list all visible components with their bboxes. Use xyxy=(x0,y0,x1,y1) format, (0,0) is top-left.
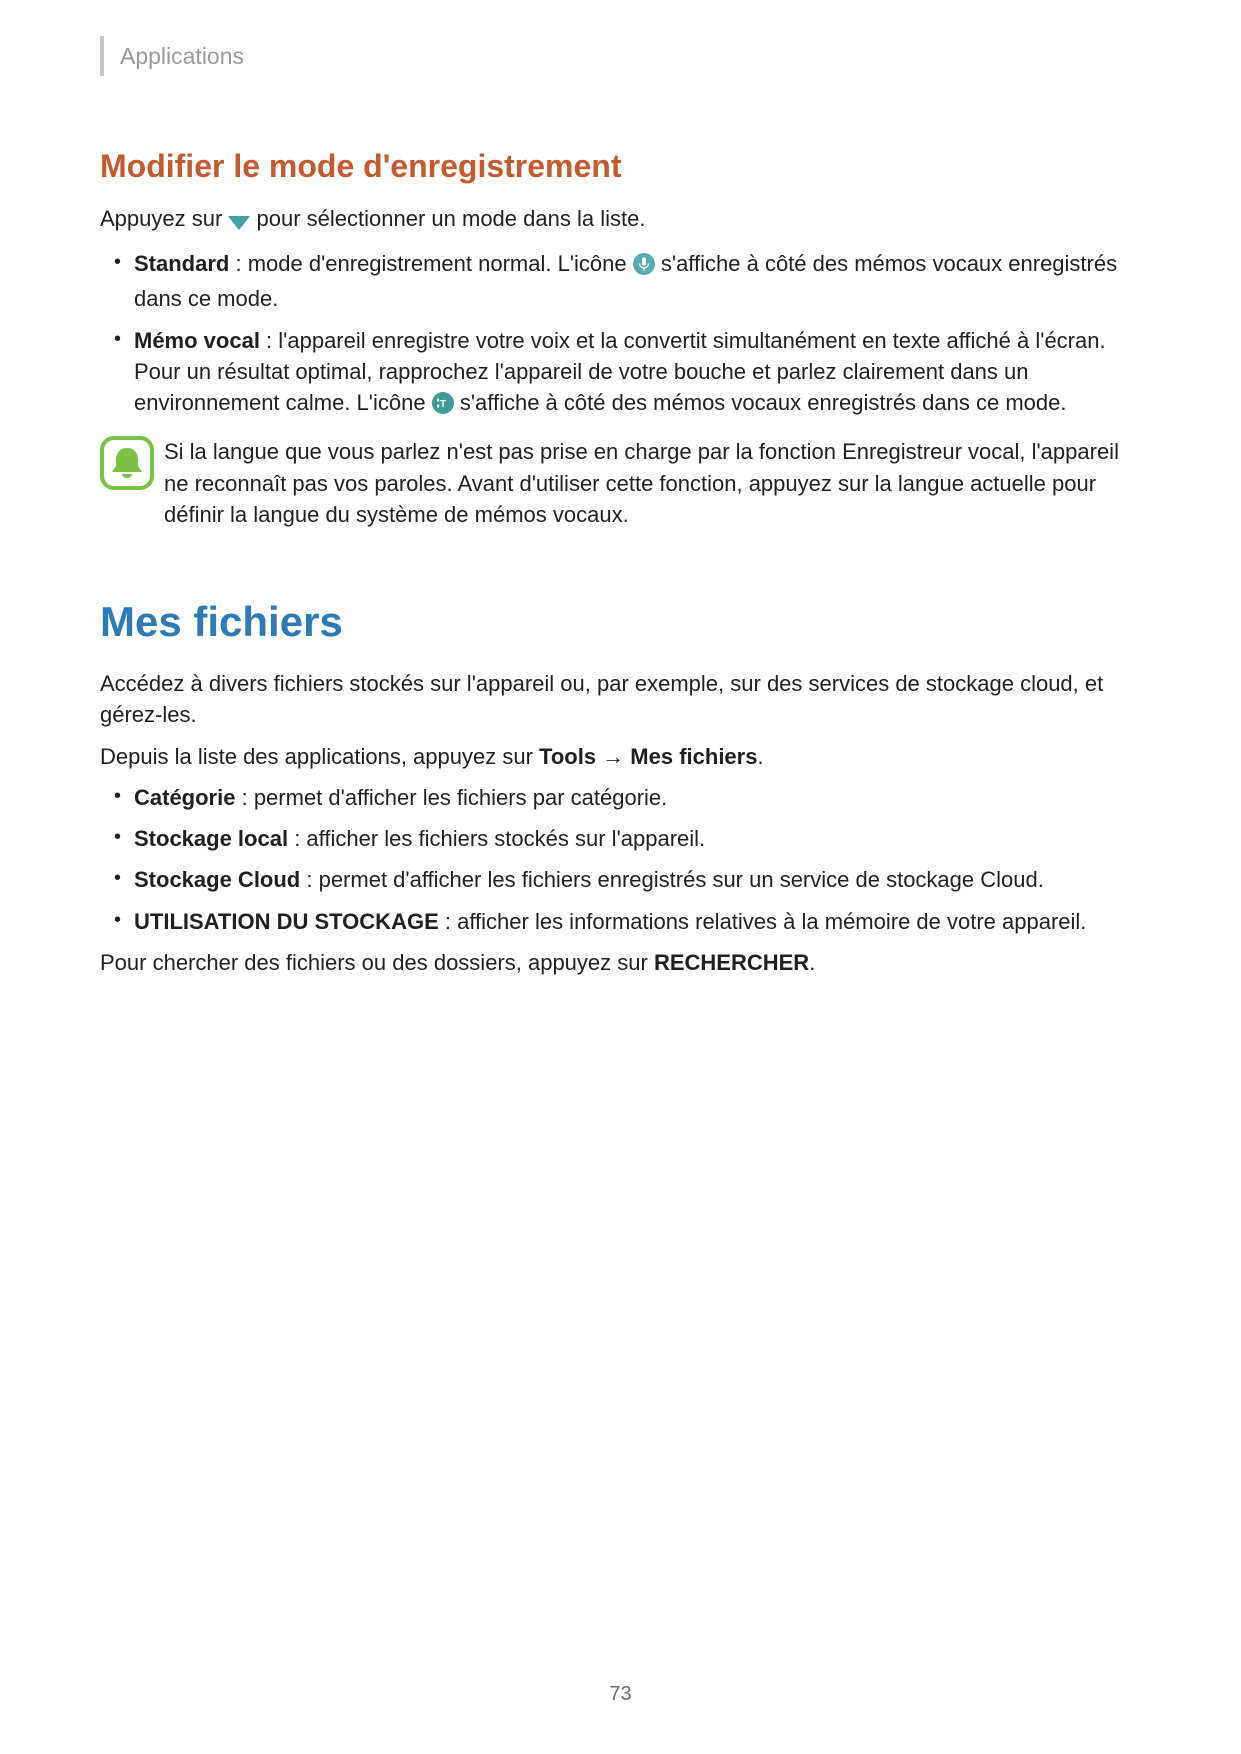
breadcrumb: Applications xyxy=(120,43,244,70)
item-label: Stockage local xyxy=(134,826,288,851)
header-accent-bar xyxy=(100,36,104,76)
item-label: Standard xyxy=(134,251,229,276)
list-item: Mémo vocal : l'appareil enregistre votre… xyxy=(134,325,1141,423)
microphone-record-icon xyxy=(633,252,655,283)
list-item: Stockage local : afficher les fichiers s… xyxy=(134,823,1141,854)
section2-search: Pour chercher des fichiers ou des dossie… xyxy=(100,947,1141,978)
item-text: : permet d'afficher les fichiers enregis… xyxy=(300,867,1044,892)
item-text-before: : mode d'enregistrement normal. L'icône xyxy=(229,251,632,276)
intro-text-after: pour sélectionner un mode dans la liste. xyxy=(257,206,646,231)
recording-mode-list: Standard : mode d'enregistrement normal.… xyxy=(100,248,1141,422)
voice-to-text-icon: T xyxy=(432,391,454,422)
section-heading-recording-mode: Modifier le mode d'enregistrement xyxy=(100,148,1141,185)
section2-instruction: Depuis la liste des applications, appuye… xyxy=(100,741,1141,772)
instr-arrow: → xyxy=(596,744,630,769)
note-block: Si la langue que vous parlez n'est pas p… xyxy=(100,436,1141,530)
instr-tools: Tools xyxy=(539,744,596,769)
note-text: Si la langue que vous parlez n'est pas p… xyxy=(164,436,1141,530)
item-text-after: s'affiche à côté des mémos vocaux enregi… xyxy=(454,390,1067,415)
item-label: Mémo vocal xyxy=(134,328,260,353)
item-label: Catégorie xyxy=(134,785,235,810)
section2-intro: Accédez à divers fichiers stockés sur l'… xyxy=(100,668,1141,730)
svg-text:T: T xyxy=(440,399,446,410)
intro-text-before: Appuyez sur xyxy=(100,206,228,231)
instr-target: Mes fichiers xyxy=(630,744,757,769)
search-after: . xyxy=(809,950,815,975)
search-label: RECHERCHER xyxy=(654,950,809,975)
list-item: Stockage Cloud : permet d'afficher les f… xyxy=(134,864,1141,895)
instr-after: . xyxy=(757,744,763,769)
item-text: : afficher les informations relatives à … xyxy=(439,909,1087,934)
item-text: : afficher les fichiers stockés sur l'ap… xyxy=(288,826,705,851)
instr-before: Depuis la liste des applications, appuye… xyxy=(100,744,539,769)
search-before: Pour chercher des fichiers ou des dossie… xyxy=(100,950,654,975)
dropdown-chevron-icon xyxy=(228,207,250,238)
page-heading-my-files: Mes fichiers xyxy=(100,598,1141,646)
item-label: UTILISATION DU STOCKAGE xyxy=(134,909,439,934)
item-label: Stockage Cloud xyxy=(134,867,300,892)
note-bell-icon xyxy=(100,436,158,495)
page-number: 73 xyxy=(0,1683,1241,1706)
section1-intro: Appuyez sur pour sélectionner un mode da… xyxy=(100,203,1141,238)
list-item: UTILISATION DU STOCKAGE : afficher les i… xyxy=(134,906,1141,937)
my-files-list: Catégorie : permet d'afficher les fichie… xyxy=(100,782,1141,937)
list-item: Catégorie : permet d'afficher les fichie… xyxy=(134,782,1141,813)
item-text: : permet d'afficher les fichiers par cat… xyxy=(235,785,667,810)
page: Applications Modifier le mode d'enregist… xyxy=(0,0,1241,1754)
list-item: Standard : mode d'enregistrement normal.… xyxy=(134,248,1141,314)
page-header: Applications xyxy=(100,36,1141,76)
